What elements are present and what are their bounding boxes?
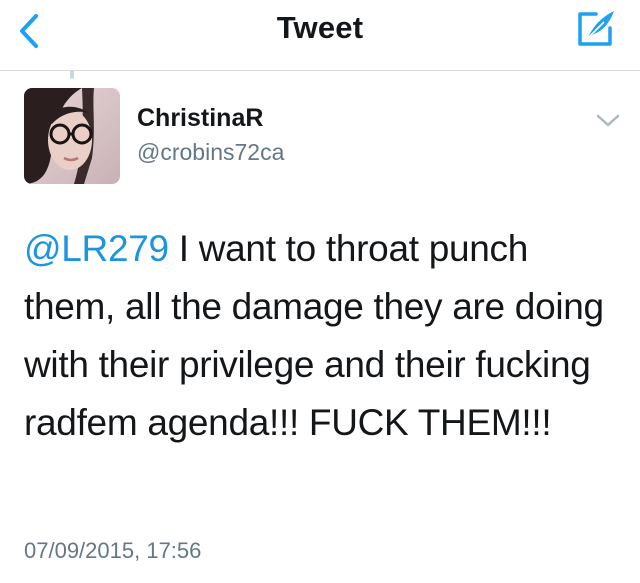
compose-tweet-button[interactable] (574, 8, 618, 48)
chevron-down-icon (596, 114, 620, 127)
compose-tweet-icon (578, 11, 614, 46)
tweet-options-button[interactable] (594, 108, 622, 132)
avatar[interactable] (24, 88, 120, 184)
profile-photo-icon (24, 88, 120, 184)
nav-bar: Tweet (0, 0, 640, 71)
mention-link[interactable]: @LR279 (24, 228, 169, 269)
author-name[interactable]: ChristinaR (137, 104, 263, 133)
page-title: Tweet (276, 10, 364, 45)
author-handle[interactable]: @crobins72ca (137, 139, 284, 166)
tweet-text: @LR279 I want to throat punch them, all … (24, 220, 624, 452)
tweet-timestamp: 07/09/2015, 17:56 (24, 538, 202, 563)
thread-connector (70, 71, 74, 79)
